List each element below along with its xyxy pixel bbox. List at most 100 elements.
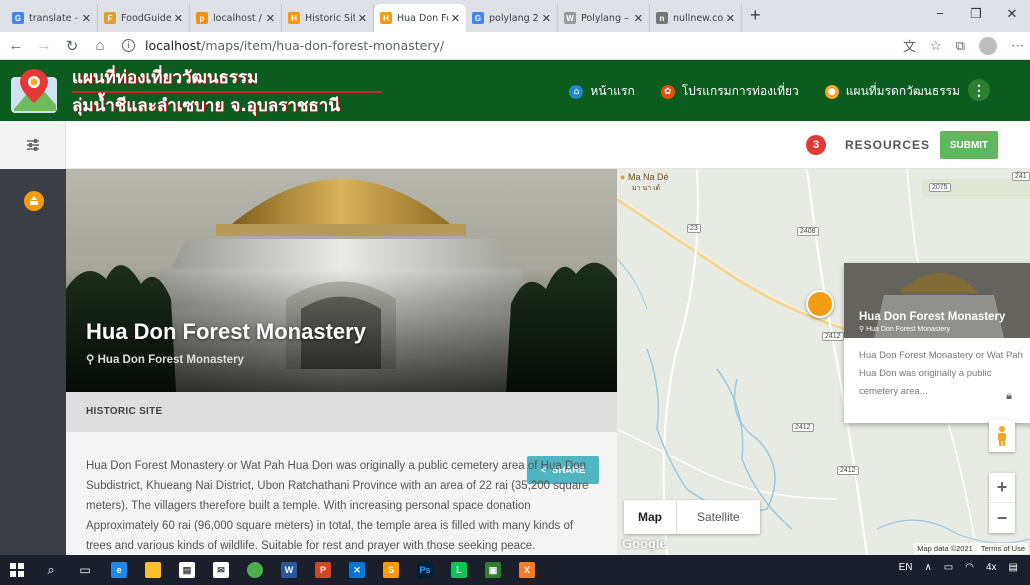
map-type-satellite-button[interactable]: Satellite [677, 500, 760, 534]
resources-label[interactable]: RESOURCES [845, 138, 930, 152]
tab-close-icon[interactable]: ✕ [82, 12, 91, 25]
powerpoint-icon[interactable]: P [306, 555, 340, 585]
sliders-icon [26, 139, 39, 151]
nav-item-heritage-map[interactable]: ● แผนที่มรดกวัฒนธรรม [824, 82, 960, 101]
translate-icon[interactable]: 文 [903, 36, 916, 55]
tab-favicon-icon: n [656, 12, 668, 24]
new-tab-button[interactable]: + [742, 5, 769, 32]
more-options-button[interactable]: ⋮ [968, 79, 990, 101]
browser-tab[interactable]: W Polylang – Wo✕ [558, 4, 650, 32]
site-title-line1: แผนที่ท่องเที่ยววัฒนธรรม [72, 68, 259, 88]
terminal-icon[interactable]: ▣ [476, 555, 510, 585]
map-info-card[interactable]: Hua Don Forest Monastery ⚲ Hua Don Fores… [844, 263, 1030, 423]
file-explorer-icon[interactable] [136, 555, 170, 585]
road-label: 2075 [929, 183, 951, 192]
tab-close-icon[interactable]: ✕ [358, 12, 367, 25]
xampp-icon[interactable]: X [510, 555, 544, 585]
forward-icon[interactable]: → [32, 37, 56, 54]
map-card-subtitle-text: Hua Don Forest Monastery [866, 326, 951, 333]
browser-tab[interactable]: Gtranslate - ค้นห✕ [6, 4, 98, 32]
lock-icon[interactable]: 🔒︎ [999, 390, 1019, 410]
zoom-controls: + − [989, 473, 1015, 533]
line-icon[interactable]: L [442, 555, 476, 585]
tab-close-icon[interactable]: ✕ [266, 12, 275, 25]
tab-close-icon[interactable]: ✕ [634, 12, 643, 25]
terms-link[interactable]: Terms of Use [981, 544, 1025, 553]
historic-site-category-icon[interactable] [24, 191, 44, 211]
word-icon[interactable]: W [272, 555, 306, 585]
hero-image: Hua Don Forest Monastery ⚲ Hua Don Fores… [66, 169, 617, 392]
mail-icon[interactable]: ✉ [204, 555, 238, 585]
site-title-line2: ลุ่มน้ำชีและลำเซบาย จ.อุบลราชธานี [72, 96, 340, 116]
favorites-icon[interactable]: ☆ [930, 38, 942, 54]
more-menu-icon[interactable]: ⋯ [1011, 38, 1024, 54]
search-icon[interactable]: ⌕ [34, 555, 68, 585]
task-view-icon[interactable]: ▭ [68, 555, 102, 585]
map-attribution-text: Map data ©2021 [917, 544, 973, 553]
edge-icon[interactable]: e [102, 555, 136, 585]
home-icon[interactable]: ⌂ [88, 37, 112, 54]
reload-icon[interactable]: ↻ [60, 37, 84, 55]
map-type-map-button[interactable]: Map [624, 500, 677, 534]
store-icon[interactable]: ▤ [170, 555, 204, 585]
map-place-name-thai: มา นา เด้ [632, 185, 661, 192]
tab-close-icon[interactable]: ✕ [174, 12, 183, 25]
tab-title: localhost / 127 [213, 12, 263, 24]
volume-icon[interactable]: 4x [986, 562, 997, 573]
minimize-icon[interactable]: − [922, 6, 958, 22]
vscode-icon[interactable]: ✕ [340, 555, 374, 585]
tab-close-icon[interactable]: ✕ [726, 12, 735, 25]
back-icon[interactable]: ← [4, 37, 28, 54]
place-detail-panel: Hua Don Forest Monastery ⚲ Hua Don Fores… [66, 169, 617, 555]
collections-icon[interactable]: ⧉ [956, 38, 965, 54]
tab-title: translate - ค้นห [29, 12, 79, 24]
map-marker-hua-don[interactable] [806, 290, 834, 318]
map-place-label[interactable]: ● Ma Na Dé มา นา เด้ [620, 172, 668, 194]
nav-item-tour-programs[interactable]: ✿ โปรแกรมการท่องเที่ยว [660, 82, 799, 101]
map-view[interactable]: ● Ma Na Dé มา นา เด้ 2075 23 2408 2412 24… [617, 169, 1030, 555]
browser-tab[interactable]: n nullnew.com✕ [650, 4, 742, 32]
battery-icon[interactable]: ▭ [944, 562, 953, 573]
resources-count-badge[interactable]: 3 [806, 135, 826, 155]
temple-icon [30, 196, 38, 205]
category-label[interactable]: HISTORIC SITE [86, 406, 163, 417]
tab-close-icon[interactable]: ✕ [542, 12, 551, 25]
site-logo-icon[interactable] [8, 65, 60, 117]
browser-tab-active[interactable]: H Hua Don Fore✕ [374, 4, 466, 32]
submit-button[interactable]: SUBMIT [940, 131, 998, 159]
filter-toggle-button[interactable] [0, 121, 66, 169]
street-view-pegman-icon[interactable] [989, 420, 1015, 452]
browser-tab[interactable]: Gpolylang 2.9 -✕ [466, 4, 558, 32]
browser-tab[interactable]: p localhost / 127✕ [190, 4, 282, 32]
title-divider [72, 91, 382, 93]
browser-tab[interactable]: H Historic Site |✕ [282, 4, 374, 32]
map-attribution: Map data ©2021 Terms of Use [914, 543, 1028, 554]
input-language[interactable]: EN [899, 562, 913, 573]
start-button[interactable] [0, 555, 34, 585]
road-label: 2408 [797, 227, 819, 236]
site-info-icon[interactable]: i [122, 39, 135, 52]
sublime-icon[interactable]: S [374, 555, 408, 585]
tab-title: Historic Site | [305, 12, 355, 24]
url-field[interactable]: i localhost/maps/item/hua-don-forest-mon… [122, 38, 444, 53]
wifi-icon[interactable]: ◠ [965, 562, 974, 573]
photoshop-icon[interactable]: Ps [408, 555, 442, 585]
chrome-icon[interactable] [238, 555, 272, 585]
tray-chevron-icon[interactable]: ∧ [924, 562, 931, 573]
zoom-in-button[interactable]: + [989, 473, 1015, 503]
os-taskbar: ⌕ ▭ e ▤ ✉ W P ✕ S Ps L ▣ X EN ∧ ▭ ◠ 4x ▤ [0, 555, 1030, 585]
screen: Gtranslate - ค้นห✕ FFoodGuide | D✕ ploca… [0, 0, 1030, 585]
browser-tab[interactable]: F FoodGuide | D✕ [98, 4, 190, 32]
tab-favicon-icon: G [12, 12, 24, 24]
close-window-icon[interactable]: ✕ [994, 6, 1030, 22]
nav-item-home[interactable]: ⌂ หน้าแรก [569, 82, 635, 101]
tab-close-icon[interactable]: ✕ [451, 12, 460, 25]
zoom-out-button[interactable]: − [989, 503, 1015, 533]
profile-avatar[interactable] [979, 36, 997, 55]
restore-icon[interactable]: ❐ [958, 6, 994, 22]
left-rail [0, 169, 66, 555]
place-location-text: Hua Don Forest Monastery [97, 354, 244, 366]
tab-title: Hua Don Fore [397, 12, 448, 24]
site-title[interactable]: แผนที่ท่องเที่ยววัฒนธรรม ลุ่มน้ำชีและลำเ… [72, 66, 382, 118]
notifications-icon[interactable]: ▤ [1009, 562, 1018, 573]
